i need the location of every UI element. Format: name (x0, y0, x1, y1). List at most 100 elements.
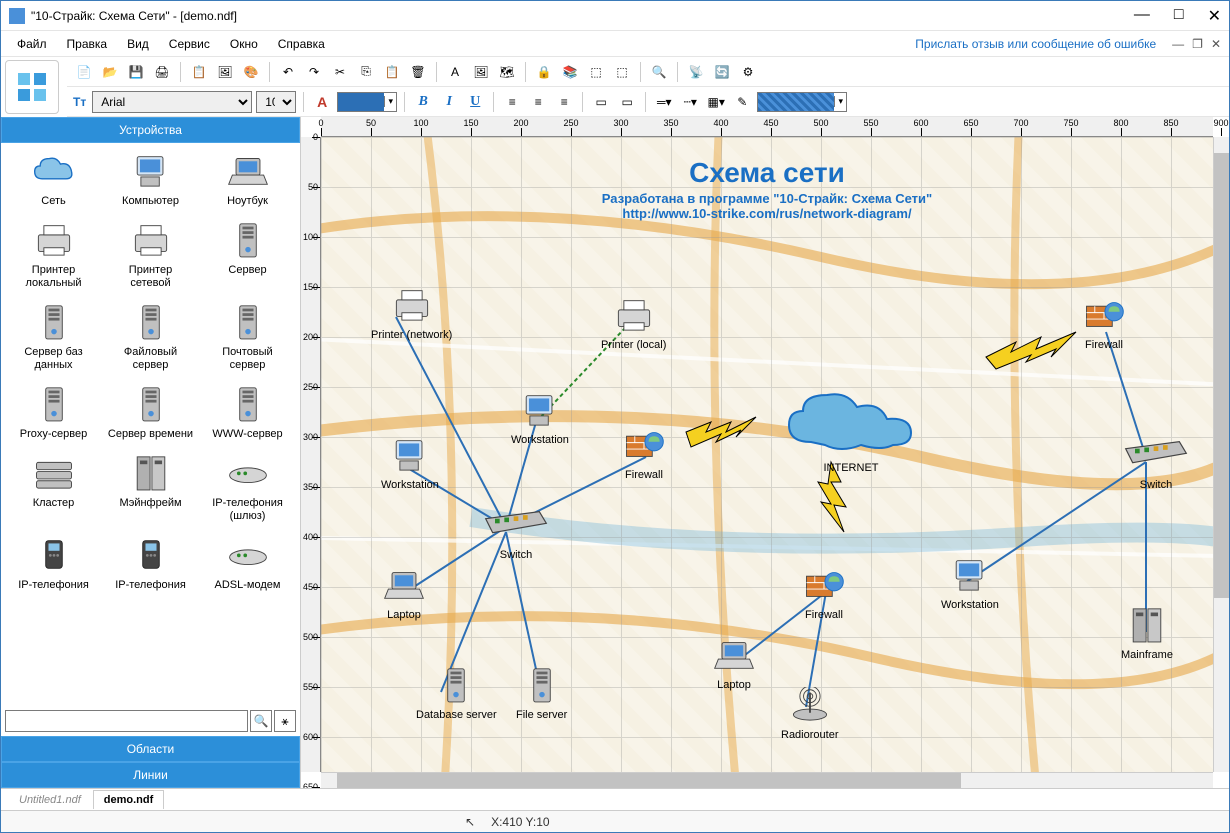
map-button[interactable]: 🗺 (496, 61, 518, 83)
align-left-button[interactable]: ≡ (501, 91, 523, 113)
valign-middle-button[interactable]: ▭ (616, 91, 638, 113)
undo-button[interactable]: ↶ (277, 61, 299, 83)
cut-button[interactable]: ✂ (329, 61, 351, 83)
font-select[interactable]: Arial (92, 91, 252, 113)
menu-file[interactable]: Файл (9, 33, 55, 55)
diagram-node-mainframe[interactable]: Mainframe (1121, 607, 1173, 661)
group-button[interactable]: ⬚ (585, 61, 607, 83)
document-tab[interactable]: Untitled1.ndf (9, 791, 91, 809)
print-button[interactable]: 🖨 (151, 61, 173, 83)
insert-image-button[interactable]: 🖼 (470, 61, 492, 83)
redo-button[interactable]: ↷ (303, 61, 325, 83)
palette-device[interactable]: Кластер (11, 453, 97, 523)
align-right-button[interactable]: ≡ (553, 91, 575, 113)
palette-device[interactable]: Принтер сетевой (108, 220, 194, 290)
menu-help[interactable]: Справка (270, 33, 333, 55)
diagram-node-printer-network[interactable]: Printer (network) (371, 287, 452, 341)
diagram-node-workstation3[interactable]: Workstation (941, 557, 999, 611)
menu-view[interactable]: Вид (119, 33, 157, 55)
search-input[interactable] (5, 710, 248, 732)
diagram-node-switch1[interactable]: Switch (481, 507, 551, 561)
font-size-select[interactable]: 10 (256, 91, 296, 113)
menu-edit[interactable]: Правка (59, 33, 116, 55)
delete-button[interactable]: 🗑 (407, 61, 429, 83)
diagram-node-workstation2[interactable]: Workstation (381, 437, 439, 491)
palette-device[interactable]: Сервер баз данных (11, 302, 97, 372)
image-button[interactable]: 🖼 (214, 61, 236, 83)
bold-button[interactable]: B (412, 91, 434, 113)
line-color-select[interactable]: ▾ (757, 92, 847, 112)
layers-button[interactable]: 📚 (559, 61, 581, 83)
app-logo[interactable] (5, 60, 59, 114)
copy-button[interactable]: ⎘ (355, 61, 377, 83)
diagram-node-printer-local[interactable]: Printer (local) (601, 297, 666, 351)
line-style-button[interactable]: ┄▾ (679, 91, 701, 113)
maximize-button[interactable]: □ (1174, 6, 1184, 26)
pattern-button[interactable]: ▦▾ (705, 91, 727, 113)
diagram-node-firewall1[interactable]: Firewall (621, 427, 667, 481)
diagram-node-radiorouter[interactable]: Radiorouter (781, 687, 838, 741)
diagram-node-laptop2[interactable]: Laptop (711, 637, 757, 691)
scrollbar-horizontal[interactable] (321, 772, 1213, 788)
settings-button[interactable]: ⚙ (737, 61, 759, 83)
feedback-link[interactable]: Прислать отзыв или сообщение об ошибке (915, 37, 1156, 51)
diagram-node-firewall3[interactable]: Firewall (1081, 297, 1127, 351)
mdi-close-icon[interactable]: ✕ (1211, 37, 1221, 51)
palette-device[interactable]: IP-телефония (108, 535, 194, 592)
paste-button[interactable]: 📋 (381, 61, 403, 83)
zoom-button[interactable]: 🔍 (648, 61, 670, 83)
panel-devices-header[interactable]: Устройства (1, 117, 300, 143)
fill-color-select[interactable]: ▾ (337, 92, 397, 112)
panel-regions-header[interactable]: Области (1, 736, 300, 762)
lock-button[interactable]: 🔒 (533, 61, 555, 83)
export-button[interactable]: 📋 (188, 61, 210, 83)
open-button[interactable]: 📂 (99, 61, 121, 83)
diagram-node-switch2[interactable]: Switch (1121, 437, 1191, 491)
palette-device[interactable]: Proxy-сервер (11, 384, 97, 441)
palette-device[interactable]: Ноутбук (205, 151, 291, 208)
text-button[interactable]: A (444, 61, 466, 83)
scan-button[interactable]: 📡 (685, 61, 707, 83)
scrollbar-vertical[interactable] (1213, 137, 1229, 772)
font-color-button[interactable]: A (311, 91, 333, 113)
diagram-node-fileserver[interactable]: File server (516, 667, 567, 721)
new-button[interactable]: 📄 (73, 61, 95, 83)
palette-device[interactable]: Мэйнфрейм (108, 453, 194, 523)
ungroup-button[interactable]: ⬚ (611, 61, 633, 83)
palette-device[interactable]: Принтер локальный (11, 220, 97, 290)
valign-top-button[interactable]: ▭ (590, 91, 612, 113)
underline-button[interactable]: U (464, 91, 486, 113)
mdi-restore-icon[interactable]: ❐ (1192, 37, 1203, 51)
palette-device[interactable]: Сервер (205, 220, 291, 290)
pen-color-button[interactable]: ✎ (731, 91, 753, 113)
italic-button[interactable]: I (438, 91, 460, 113)
search-button[interactable]: 🔍 (250, 710, 272, 732)
paste-image-button[interactable]: 🎨 (240, 61, 262, 83)
align-center-button[interactable]: ≡ (527, 91, 549, 113)
diagram-node-firewall2[interactable]: Firewall (801, 567, 847, 621)
mdi-minimize-icon[interactable]: — (1172, 37, 1184, 51)
palette-device[interactable]: ADSL-модем (205, 535, 291, 592)
save-button[interactable]: 💾 (125, 61, 147, 83)
line-width-button[interactable]: ═▾ (653, 91, 675, 113)
palette-device[interactable]: Файловый сервер (108, 302, 194, 372)
menu-window[interactable]: Окно (222, 33, 266, 55)
palette-device[interactable]: WWW-сервер (205, 384, 291, 441)
diagram-node-workstation1[interactable]: Workstation (511, 392, 569, 446)
filter-button[interactable]: ⚹ (274, 710, 296, 732)
diagram-node-dbserver[interactable]: Database server (416, 667, 497, 721)
palette-device[interactable]: Компьютер (108, 151, 194, 208)
palette-device[interactable]: Сервер времени (108, 384, 194, 441)
palette-device[interactable]: IP-телефония (11, 535, 97, 592)
panel-lines-header[interactable]: Линии (1, 762, 300, 788)
diagram-node-laptop1[interactable]: Laptop (381, 567, 427, 621)
refresh-button[interactable]: 🔄 (711, 61, 733, 83)
menu-service[interactable]: Сервис (161, 33, 218, 55)
palette-device[interactable]: Почтовый сервер (205, 302, 291, 372)
palette-device[interactable]: Сеть (11, 151, 97, 208)
palette-device[interactable]: IP-телефония (шлюз) (205, 453, 291, 523)
minimize-button[interactable]: — (1134, 6, 1150, 26)
document-tab[interactable]: demo.ndf (93, 790, 165, 809)
diagram-node-internet[interactable]: INTERNET (781, 387, 921, 474)
canvas[interactable]: Схема сети Разработана в программе "10-С… (321, 137, 1213, 772)
